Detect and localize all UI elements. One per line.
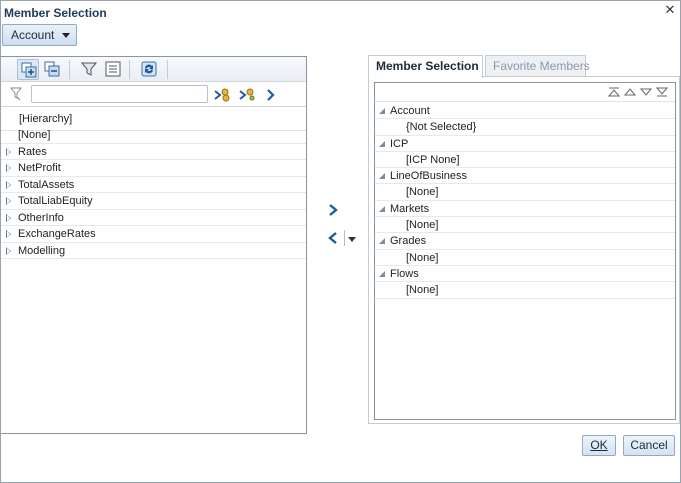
tree-row-label: ExchangeRates xyxy=(18,228,96,240)
search-bar xyxy=(1,82,306,107)
expand-chevron-icon[interactable] xyxy=(6,246,11,255)
selection-rows: Account {Not Selected} ICP [ICP None] LineOf… xyxy=(375,103,675,299)
selected-member-row[interactable]: [None] xyxy=(375,250,675,266)
select-children-icon[interactable] xyxy=(238,87,256,103)
tree-row-label: OtherInfo xyxy=(18,211,64,224)
selection-dimension-row[interactable]: Account xyxy=(375,103,675,120)
move-to-top-icon[interactable] xyxy=(608,87,620,97)
selected-member-row[interactable]: [None] xyxy=(375,282,675,299)
collapse-triangle-icon[interactable] xyxy=(379,173,385,180)
member-selection-dialog: Member Selection ✕ Account [Hierarchy] [… xyxy=(0,0,681,483)
tree-row-label: TotalLiabEquity xyxy=(18,195,93,207)
collapse-triangle-icon[interactable] xyxy=(379,270,385,277)
expand-chevron-icon[interactable] xyxy=(6,230,11,238)
member-label: {Not Selected} xyxy=(406,121,477,134)
selection-dimension-row[interactable]: ICP xyxy=(375,136,675,152)
selected-member-row[interactable]: {Not Selected} xyxy=(375,119,675,136)
selected-member-row[interactable]: [None] xyxy=(375,184,675,201)
tree-row-label: [None] xyxy=(18,129,51,141)
expand-chevron-icon[interactable] xyxy=(6,147,11,156)
search-filter-icon[interactable] xyxy=(10,87,24,102)
dimension-label: Markets xyxy=(390,202,430,215)
dimension-dropdown[interactable]: Account xyxy=(2,24,77,46)
selection-toolbar xyxy=(375,83,675,102)
tree-row[interactable]: OtherInfo xyxy=(1,210,306,226)
member-tree-panel: [Hierarchy] [None] Rates NetProfit TotalAss… xyxy=(1,56,307,434)
selected-member-row[interactable]: [None] xyxy=(375,217,675,234)
properties-list-icon[interactable] xyxy=(102,59,124,80)
member-label: [ICP None] xyxy=(406,153,460,166)
collapse-triangle-icon[interactable] xyxy=(379,205,385,212)
select-descendants-icon[interactable] xyxy=(213,87,231,103)
selection-dimension-row[interactable]: LineOfBusiness xyxy=(375,168,675,185)
selection-list: Account {Not Selected} ICP [ICP None] LineOf… xyxy=(374,82,676,420)
selection-dimension-row[interactable]: Grades xyxy=(375,233,675,250)
expand-chevron-icon[interactable] xyxy=(6,213,11,222)
dialog-title: Member Selection xyxy=(4,6,107,20)
tree-row[interactable]: [None] xyxy=(1,127,306,144)
tree-row[interactable]: TotalLiabEquity xyxy=(1,193,306,210)
tab-member-selection[interactable]: Member Selection xyxy=(368,55,483,78)
collapse-triangle-icon[interactable] xyxy=(379,238,385,245)
tree-row-label: TotalAssets xyxy=(18,178,75,191)
expand-chevron-icon[interactable] xyxy=(6,164,11,172)
filter-icon[interactable] xyxy=(78,59,100,80)
dimension-label: ICP xyxy=(390,137,409,150)
dimension-label: LineOfBusiness xyxy=(390,170,468,183)
tree-row-label: Modelling xyxy=(18,244,66,257)
member-label: [None] xyxy=(406,219,439,232)
search-input[interactable] xyxy=(31,85,208,103)
move-up-icon[interactable] xyxy=(624,87,636,97)
member-label: [None] xyxy=(406,186,439,199)
dimension-label: Account xyxy=(390,105,430,117)
dimension-label: Grades xyxy=(390,235,427,248)
tree-row[interactable]: Rates xyxy=(1,144,306,160)
chevron-down-icon xyxy=(62,33,70,38)
select-member-icon[interactable] xyxy=(265,87,277,103)
collapse-triangle-icon[interactable] xyxy=(379,140,385,147)
ok-button[interactable]: OK xyxy=(582,435,616,456)
expand-chevron-icon[interactable] xyxy=(6,197,11,205)
tree-row-label: NetProfit xyxy=(18,162,61,174)
tree-row-label: Rates xyxy=(18,145,47,158)
tab-favorite-members[interactable]: Favorite Members xyxy=(485,55,590,77)
refresh-icon[interactable] xyxy=(138,59,160,80)
close-icon[interactable]: ✕ xyxy=(664,3,676,16)
selection-dimension-row[interactable]: Flows xyxy=(375,266,675,283)
selection-panel: Account {Not Selected} ICP [ICP None] LineOf… xyxy=(368,76,680,424)
member-label: [None] xyxy=(406,251,439,264)
collapse-triangle-icon[interactable] xyxy=(379,108,385,114)
add-member-icon[interactable] xyxy=(17,59,39,80)
dimension-dropdown-label: Account xyxy=(11,28,55,42)
remove-options-chevron-down-icon[interactable] xyxy=(348,237,356,242)
dimension-label: Flows xyxy=(390,267,419,280)
cancel-button[interactable]: Cancel xyxy=(623,435,675,456)
selected-member-row[interactable]: [ICP None] xyxy=(375,152,675,169)
expand-chevron-icon[interactable] xyxy=(6,180,11,189)
member-tree: [None] Rates NetProfit TotalAssets TotalLiab… xyxy=(1,127,306,259)
tree-toolbar xyxy=(1,57,306,82)
add-to-selection-icon[interactable] xyxy=(326,203,340,217)
collapse-member-icon[interactable] xyxy=(41,59,63,80)
remove-from-selection-icon[interactable] xyxy=(326,231,340,245)
divider xyxy=(344,230,345,246)
move-down-icon[interactable] xyxy=(640,87,652,97)
tree-row[interactable]: NetProfit xyxy=(1,160,306,177)
move-to-bottom-icon[interactable] xyxy=(656,87,668,97)
tree-row[interactable]: TotalAssets xyxy=(1,177,306,193)
member-label: [None] xyxy=(406,284,439,297)
tree-row[interactable]: ExchangeRates xyxy=(1,226,306,243)
selection-dimension-row[interactable]: Markets xyxy=(375,201,675,218)
tree-row[interactable]: Modelling xyxy=(1,243,306,259)
